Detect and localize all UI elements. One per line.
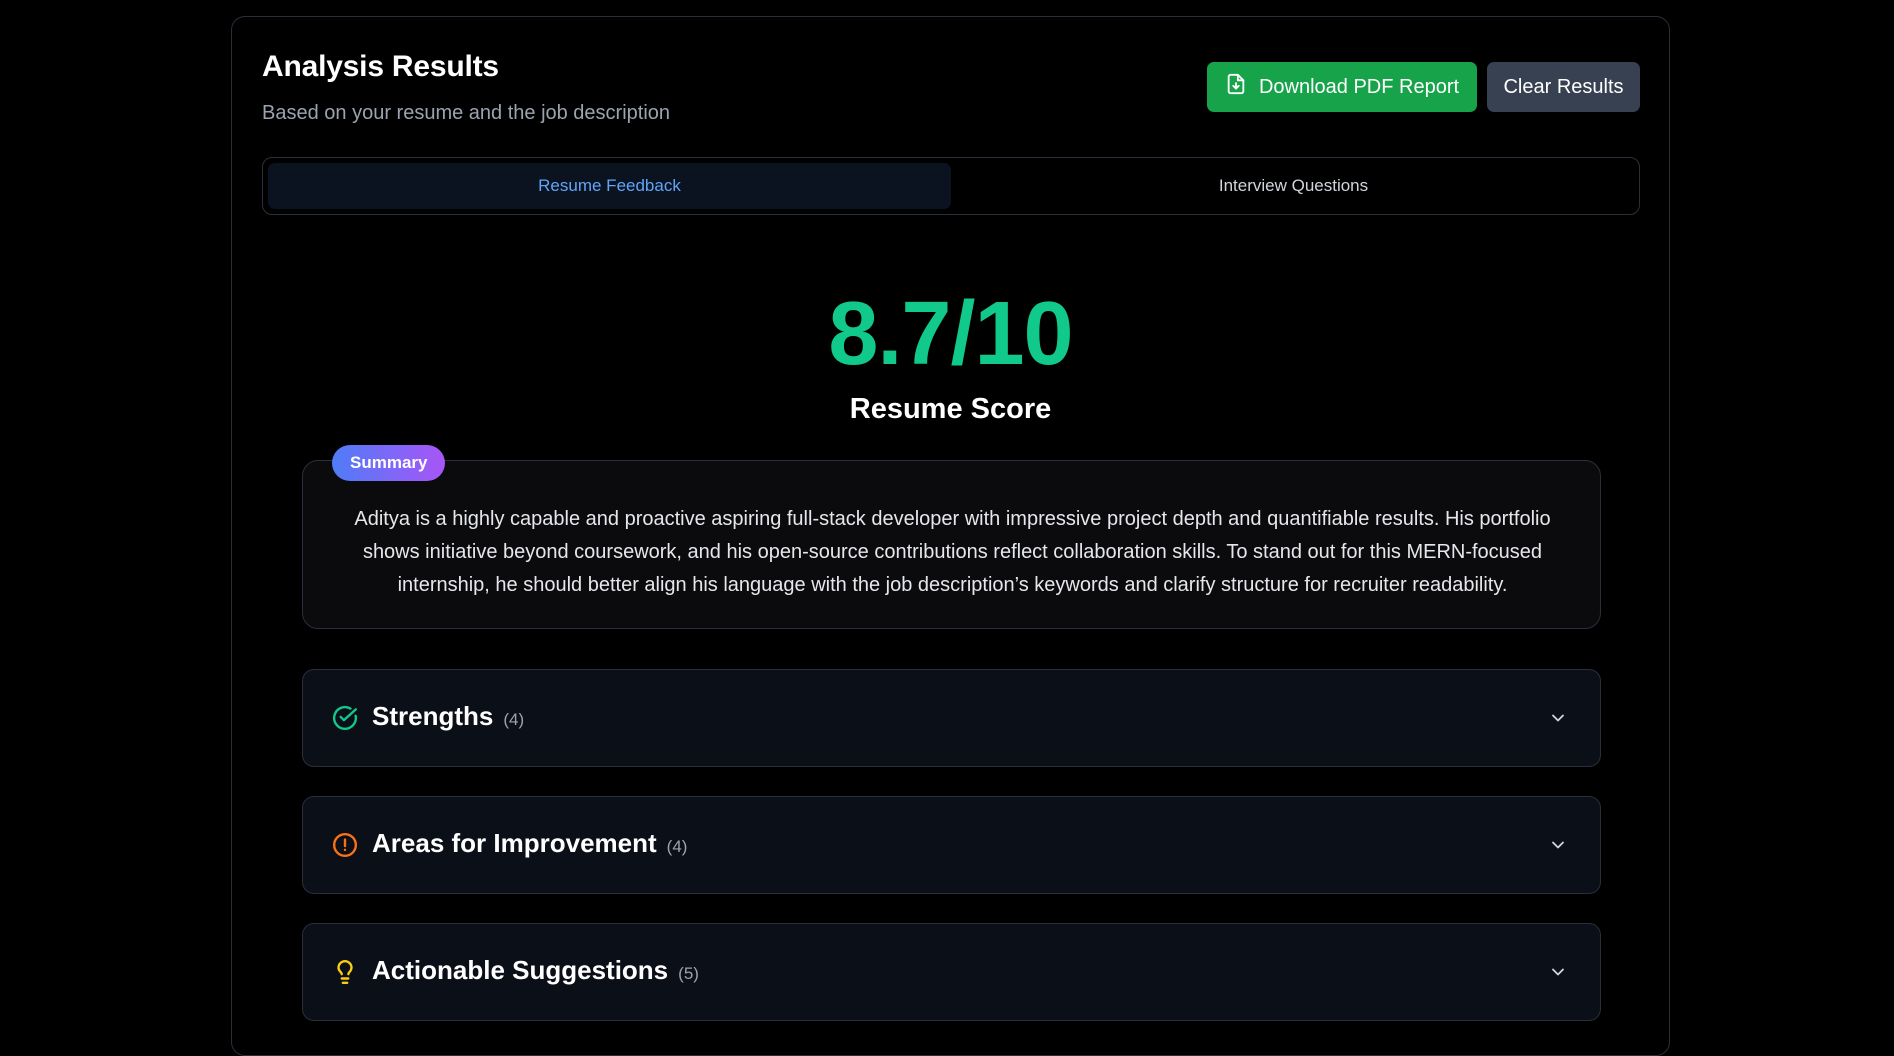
page-title: Analysis Results <box>262 50 499 83</box>
accordion-count: (5) <box>678 964 699 983</box>
summary-text: Aditya is a highly capable and proactive… <box>354 508 1551 596</box>
summary-badge: Summary <box>332 445 446 481</box>
lightbulb-icon <box>332 959 358 985</box>
chevron-down-icon <box>1548 708 1568 728</box>
check-circle-icon <box>332 705 358 731</box>
results-tabs: Resume Feedback Interview Questions <box>262 157 1640 215</box>
chevron-down-icon <box>1548 962 1568 982</box>
download-pdf-button[interactable]: Download PDF Report <box>1207 62 1477 112</box>
page-subtitle: Based on your resume and the job descrip… <box>262 102 671 124</box>
clear-results-label: Clear Results <box>1503 75 1624 98</box>
chevron-down-icon <box>1548 835 1568 855</box>
tab-resume-feedback[interactable]: Resume Feedback <box>268 163 951 209</box>
resume-score-value: 8.7/10 <box>828 284 1073 384</box>
accordion-actionable-suggestions[interactable]: Actionable Suggestions (5) <box>302 923 1601 1021</box>
download-pdf-label: Download PDF Report <box>1258 75 1460 98</box>
accordion-title-text: Areas for Improvement <box>372 828 657 858</box>
accordion-count: (4) <box>666 837 688 856</box>
clear-results-button[interactable]: Clear Results <box>1487 62 1640 112</box>
file-download-icon <box>1225 73 1247 101</box>
summary-card: Aditya is a highly capable and proactive… <box>302 460 1601 629</box>
accordion-title: Strengths (4) <box>372 701 524 732</box>
accordion-strengths[interactable]: Strengths (4) <box>302 669 1601 767</box>
accordion-title: Areas for Improvement (4) <box>372 828 687 859</box>
alert-circle-icon <box>332 832 358 858</box>
accordion-title: Actionable Suggestions (5) <box>372 955 699 986</box>
analysis-results-panel: Analysis Results Based on your resume an… <box>231 16 1670 1056</box>
accordion-areas-for-improvement[interactable]: Areas for Improvement (4) <box>302 796 1601 894</box>
accordion-title-text: Strengths <box>372 701 494 731</box>
accordion-count: (4) <box>503 710 525 729</box>
accordion-title-text: Actionable Suggestions <box>372 955 669 985</box>
resume-score-label: Resume Score <box>849 393 1052 425</box>
tab-interview-questions[interactable]: Interview Questions <box>952 163 1635 209</box>
